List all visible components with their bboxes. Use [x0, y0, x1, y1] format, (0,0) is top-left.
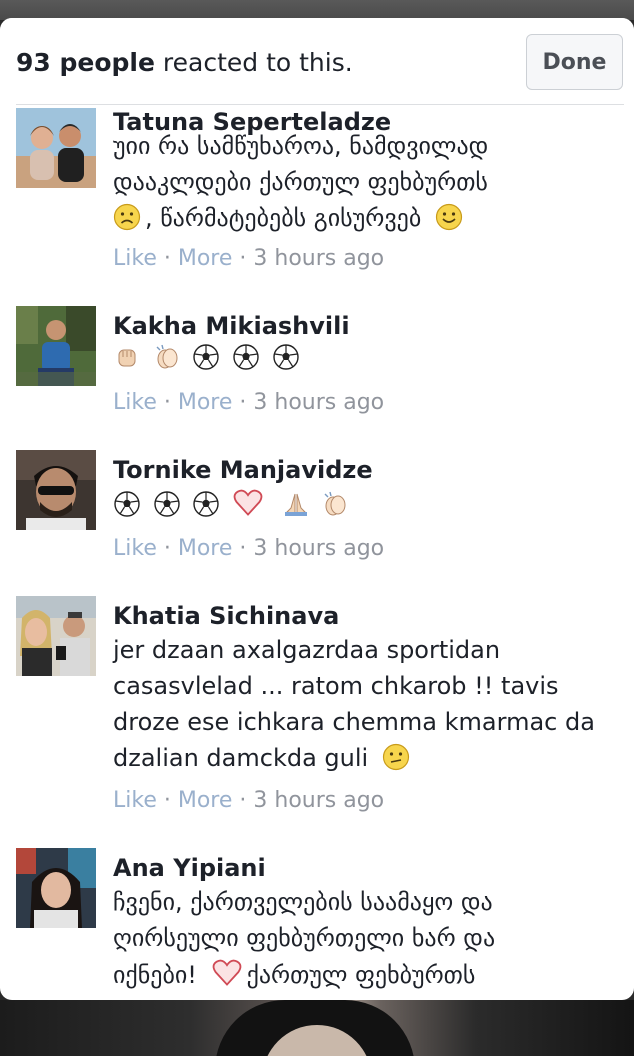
meta-separator: ·: [156, 788, 178, 813]
comment-text: [113, 340, 628, 376]
comment-line: უიი რა სამწუხაროა, ნამდვილად: [113, 132, 489, 160]
timestamp: 3 hours ago: [253, 788, 385, 813]
meta-separator: ·: [156, 390, 178, 415]
comment-line: casasvlelad ... ratom chkarob !! tavis: [113, 672, 559, 700]
meta-separator: ·: [232, 390, 254, 415]
heart-icon: [212, 959, 241, 986]
status-strip: [0, 0, 634, 20]
sad-face-icon: [113, 203, 141, 231]
meta-separator: ·: [232, 246, 254, 271]
timestamp: 3 hours ago: [253, 246, 385, 271]
reactions-title: 93 people reacted to this.: [16, 48, 353, 77]
soccer-ball-icon: [193, 344, 219, 370]
comment-line: dzalian damckda guli: [113, 740, 628, 776]
comment-line: ღირსეული ფეხბურთელი ხარ და: [113, 924, 496, 952]
meta-separator: ·: [232, 788, 254, 813]
comment-line-text: , წარმატებებს გისურვებ: [145, 204, 422, 232]
avatar[interactable]: [16, 596, 96, 676]
comment-line: ჩვენი, ქართველების საამაყო და: [113, 888, 493, 916]
comment-line-text: ქართულ ფეხბურთს: [246, 961, 476, 989]
emoji-row: [113, 486, 628, 523]
timestamp: 3 hours ago: [253, 390, 385, 415]
reactions-title-suffix: reacted to this.: [154, 48, 353, 77]
confused-face-icon: [382, 743, 409, 771]
header-divider: [16, 104, 624, 105]
comment-line: დააკლდები ქართულ ფეხბურთს: [113, 168, 488, 196]
reactions-sheet: Tatuna Seperteladze უიი რა სამწუხაროა, ნ…: [0, 18, 634, 1000]
reactions-header: 93 people reacted to this. Done: [0, 18, 634, 104]
timestamp: 3 hours ago: [253, 536, 385, 561]
folded-hands-icon: [284, 493, 307, 516]
like-link[interactable]: Like: [113, 788, 157, 813]
smile-face-icon: [435, 203, 462, 231]
background-photo: [0, 1000, 634, 1056]
soccer-ball-icon: [233, 344, 259, 370]
soccer-ball-icon: [272, 344, 299, 370]
like-link[interactable]: Like: [113, 536, 157, 561]
comment-line: jer dzaan axalgazrdaa sportidan: [113, 636, 501, 664]
comment-meta: Like · More · 3 hours ago: [113, 536, 384, 561]
clapping-hands-icon: [324, 491, 346, 516]
comment-list[interactable]: Tatuna Seperteladze უიი რა სამწუხაროა, ნ…: [0, 18, 634, 1000]
comment-meta: Like · More · 3 hours ago: [113, 390, 384, 415]
comment-text: უიი რა სამწუხაროა, ნამდვილად დააკლდები ქ…: [113, 128, 628, 236]
more-link[interactable]: More: [178, 246, 233, 271]
emoji-row: [113, 340, 628, 376]
avatar[interactable]: [16, 306, 96, 386]
commenter-name[interactable]: Tornike Manjavidze: [113, 456, 373, 484]
comment-line: იქნები! ქართულ ფეხბურთს: [113, 956, 628, 993]
meta-separator: ·: [156, 246, 178, 271]
meta-separator: ·: [156, 536, 178, 561]
comment-line-text: იქნები!: [113, 961, 197, 989]
clapping-hands-icon: [156, 344, 178, 369]
commenter-name[interactable]: Khatia Sichinava: [113, 602, 339, 630]
soccer-ball-icon: [114, 491, 140, 517]
comment-meta: Like · More · 3 hours ago: [113, 246, 384, 271]
heart-icon: [233, 489, 263, 516]
like-link[interactable]: Like: [113, 246, 157, 271]
more-link[interactable]: More: [178, 390, 233, 415]
comment-line: droze ese ichkara chemma kmarmac da: [113, 708, 595, 736]
like-link[interactable]: Like: [113, 390, 157, 415]
comment-text: ჩვენი, ქართველების საამაყო და ღირსეული ფ…: [113, 884, 628, 993]
more-link[interactable]: More: [178, 788, 233, 813]
raised-fist-icon: [118, 349, 136, 367]
comment-line-text: dzalian damckda guli: [113, 744, 369, 772]
commenter-name[interactable]: Ana Yipiani: [113, 854, 266, 882]
comment-meta: Like · More · 3 hours ago: [113, 788, 384, 813]
avatar[interactable]: [16, 108, 96, 188]
avatar[interactable]: [16, 450, 96, 530]
soccer-ball-icon: [153, 491, 180, 517]
meta-separator: ·: [232, 536, 254, 561]
done-button[interactable]: Done: [526, 34, 623, 90]
reaction-count[interactable]: 93 people: [16, 48, 155, 77]
comment-line: , წარმატებებს გისურვებ: [113, 200, 628, 236]
comment-text: [113, 486, 628, 523]
more-link[interactable]: More: [178, 536, 233, 561]
soccer-ball-icon: [193, 491, 219, 517]
comment-text: jer dzaan axalgazrdaa sportidan casasvle…: [113, 632, 628, 776]
commenter-name[interactable]: Kakha Mikiashvili: [113, 312, 350, 340]
avatar[interactable]: [16, 848, 96, 928]
